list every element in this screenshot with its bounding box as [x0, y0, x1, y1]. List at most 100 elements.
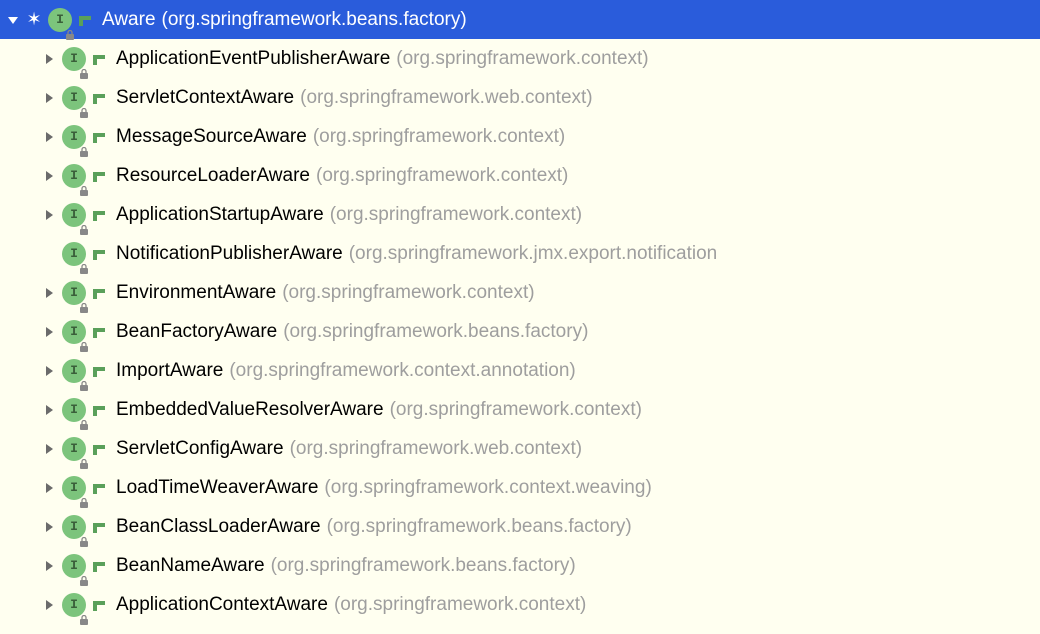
expand-arrow-icon[interactable] — [40, 443, 58, 455]
interface-icon: I — [62, 593, 86, 617]
expand-arrow-icon[interactable] — [40, 170, 58, 182]
class-name-label: BeanNameAware — [116, 555, 265, 577]
class-name-label: Aware — [102, 9, 156, 31]
class-name-label: ImportAware — [116, 360, 223, 382]
expand-arrow-icon[interactable] — [40, 365, 58, 377]
lock-icon — [79, 453, 89, 463]
tree-child-row[interactable]: I EnvironmentAware (org.springframework.co… — [0, 273, 1040, 312]
expand-arrow-icon[interactable] — [40, 92, 58, 104]
tree-child-row[interactable]: IBeanFactoryAware(org.springframework.be… — [0, 312, 1040, 351]
tree-child-row[interactable]: I ServletConfigAware (org.springframework.… — [0, 429, 1040, 468]
interface-icon: I — [62, 125, 86, 149]
access-icon — [90, 128, 108, 146]
lock-icon — [79, 336, 89, 346]
interface-icon: I — [62, 242, 86, 266]
package-name-label: (org.springframework.context) — [396, 48, 648, 70]
access-icon — [90, 362, 108, 380]
class-name-label: ApplicationContextAware — [116, 594, 328, 616]
package-name-label: (org.springframework.context.annotation) — [229, 360, 575, 382]
class-name-label: ServletConfigAware — [116, 438, 284, 460]
lock-icon — [65, 24, 75, 34]
interface-icon: I — [62, 398, 86, 422]
access-icon — [90, 596, 108, 614]
access-icon — [90, 440, 108, 458]
lock-icon — [79, 414, 89, 424]
class-name-label: EnvironmentAware — [116, 282, 276, 304]
tree-child-row[interactable]: I NotificationPublisherAware (org.springfr… — [0, 234, 1040, 273]
lock-icon — [79, 375, 89, 385]
expand-arrow-icon[interactable] — [40, 53, 58, 65]
class-name-label: BeanClassLoaderAware — [116, 516, 321, 538]
hierarchy-tree: ✶ I Aware (org.springframework.beans.fac… — [0, 0, 1040, 624]
class-name-label: EmbeddedValueResolverAware — [116, 399, 384, 421]
access-icon — [76, 11, 94, 29]
expand-arrow-icon[interactable] — [40, 599, 58, 611]
tree-child-row[interactable]: IApplicationStartupAware(org.springframe… — [0, 195, 1040, 234]
tree-child-row[interactable]: I BeanNameAware (org.springframework.beans… — [0, 546, 1040, 585]
children-container: I ApplicationEventPublisherAware (org.spri… — [0, 39, 1040, 624]
package-name-label: (org.springframework.beans.factory) — [283, 321, 588, 343]
access-icon — [90, 518, 108, 536]
expand-arrow-icon[interactable] — [40, 404, 58, 416]
package-name-label: (org.springframework.context) — [316, 165, 568, 187]
package-name-label: (org.springframework.beans.factory) — [271, 555, 576, 577]
access-icon — [90, 401, 108, 419]
interface-icon: I — [62, 359, 86, 383]
expand-arrow-icon[interactable] — [40, 326, 58, 338]
interface-icon: I — [62, 554, 86, 578]
access-icon — [90, 245, 108, 263]
tree-child-row[interactable]: IBeanClassLoaderAware(org.springframewor… — [0, 507, 1040, 546]
tree-child-row[interactable]: I MessageSourceAware (org.springframework.… — [0, 117, 1040, 156]
class-name-label: ResourceLoaderAware — [116, 165, 310, 187]
package-name-label: (org.springframework.context) — [330, 204, 582, 226]
class-name-label: MessageSourceAware — [116, 126, 307, 148]
package-name-label: (org.springframework.context) — [390, 399, 642, 421]
lock-icon — [79, 570, 89, 580]
tree-child-row[interactable]: I ImportAware (org.springframework.context… — [0, 351, 1040, 390]
interface-icon: I — [62, 164, 86, 188]
lock-icon — [79, 63, 89, 73]
tree-child-row[interactable]: ILoadTimeWeaverAware(org.springframework… — [0, 468, 1040, 507]
tree-child-row[interactable]: IServletContextAware(org.springframework… — [0, 78, 1040, 117]
access-icon — [90, 50, 108, 68]
lock-icon — [79, 180, 89, 190]
access-icon — [90, 323, 108, 341]
lock-icon — [79, 258, 89, 268]
tree-child-row[interactable]: I ApplicationContextAware (org.springframe… — [0, 585, 1040, 624]
expand-arrow-icon[interactable] — [40, 287, 58, 299]
tree-child-row[interactable]: I EmbeddedValueResolverAware (org.springfr… — [0, 390, 1040, 429]
lock-icon — [79, 297, 89, 307]
star-icon: ✶ — [26, 9, 42, 30]
package-name-label: (org.springframework.context) — [334, 594, 586, 616]
expand-arrow-icon[interactable] — [40, 209, 58, 221]
tree-child-row[interactable]: I ApplicationEventPublisherAware (org.spri… — [0, 39, 1040, 78]
class-name-label: ServletContextAware — [116, 87, 294, 109]
class-name-label: NotificationPublisherAware — [116, 243, 343, 265]
interface-icon: I — [62, 47, 86, 71]
expand-arrow-icon[interactable] — [4, 14, 22, 26]
access-icon — [90, 479, 108, 497]
access-icon — [90, 284, 108, 302]
interface-icon: I — [62, 437, 86, 461]
package-name-label: (org.springframework.context) — [313, 126, 565, 148]
expand-arrow-icon[interactable] — [40, 482, 58, 494]
lock-icon — [79, 219, 89, 229]
interface-icon: I — [62, 86, 86, 110]
lock-icon — [79, 141, 89, 151]
access-icon — [90, 89, 108, 107]
access-icon — [90, 167, 108, 185]
tree-root-row[interactable]: ✶ I Aware (org.springframework.beans.fac… — [0, 0, 1040, 39]
expand-arrow-icon[interactable] — [40, 131, 58, 143]
expand-arrow-icon[interactable] — [40, 521, 58, 533]
package-name-label: (org.springframework.beans.factory) — [162, 9, 467, 31]
class-name-label: ApplicationStartupAware — [116, 204, 324, 226]
class-name-label: ApplicationEventPublisherAware — [116, 48, 390, 70]
interface-icon: I — [62, 281, 86, 305]
package-name-label: (org.springframework.jmx.export.notifica… — [349, 243, 718, 265]
expand-arrow-icon[interactable] — [40, 560, 58, 572]
package-name-label: (org.springframework.web.context) — [290, 438, 583, 460]
package-name-label: (org.springframework.context) — [282, 282, 534, 304]
package-name-label: (org.springframework.context.weaving) — [324, 477, 651, 499]
lock-icon — [79, 492, 89, 502]
tree-child-row[interactable]: I ResourceLoaderAware (org.springframework… — [0, 156, 1040, 195]
